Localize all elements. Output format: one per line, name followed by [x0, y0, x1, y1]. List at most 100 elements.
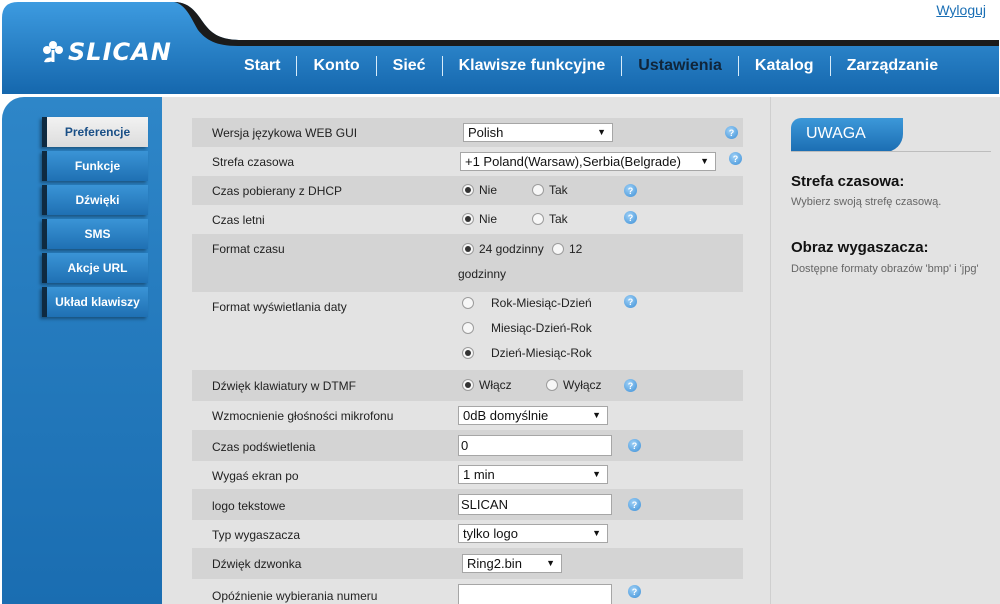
row-web-lang: Wersja językowa WEB GUI Polish ▼ ? [192, 118, 743, 147]
logo-flower-icon [40, 38, 66, 66]
text-logo-input[interactable]: SLICAN [458, 494, 612, 515]
time-format-12-radio[interactable]: 12 [552, 242, 582, 256]
sidebar-item-2[interactable]: Dźwięki [42, 185, 148, 215]
row-dtmf-tone: Dźwięk klawiatury w DTMF Włącz Wyłącz ? [192, 370, 743, 401]
row-ringtone: Dźwięk dzwonka Ring2.bin ▼ [192, 548, 743, 579]
nav-item-5[interactable]: Katalog [739, 56, 831, 76]
web-lang-select[interactable]: Polish ▼ [463, 123, 613, 142]
sidebar-item-5[interactable]: Układ klawiszy [42, 287, 148, 317]
logo-text: SLICAN [68, 38, 172, 66]
row-timezone: Strefa czasowa +1 Poland(Warsaw),Serbia(… [192, 147, 743, 176]
radio-indicator [462, 347, 474, 359]
dhcp-time-no-radio[interactable]: Nie [462, 183, 497, 197]
radio-indicator [546, 379, 558, 391]
ringtone-label: Dźwięk dzwonka [212, 557, 302, 571]
backlight-input[interactable]: 0 [458, 435, 612, 456]
nav-item-0[interactable]: Start [228, 56, 298, 76]
dst-yes-radio[interactable]: Tak [532, 212, 568, 226]
mic-gain-select[interactable]: 0dB domyślnie ▼ [458, 406, 608, 425]
screen-off-select[interactable]: 1 min ▼ [458, 465, 608, 484]
row-dhcp-time: Czas pobierany z DHCP Nie Tak ? [192, 176, 743, 205]
dial-delay-input[interactable] [458, 584, 612, 604]
dhcp-time-label: Czas pobierany z DHCP [212, 184, 343, 198]
nav-item-6[interactable]: Zarządzanie [831, 56, 955, 76]
radio-indicator [462, 297, 474, 309]
nav-item-1[interactable]: Konto [297, 56, 377, 76]
help-icon[interactable]: ? [624, 295, 637, 308]
help-icon[interactable]: ? [624, 184, 637, 197]
saver-type-label: Typ wygaszacza [212, 528, 301, 542]
main-nav: Start Konto Sieć Klawisze funkcyjne Ustawien… [228, 55, 954, 77]
date-format-mdy-radio[interactable]: Miesiąc-Dzień-Rok [462, 321, 592, 335]
header-bar: SLICAN Start Konto Sieć Klawisze funkcyjne U… [2, 2, 999, 94]
nav-item-3[interactable]: Klawisze funkcyjne [443, 56, 623, 76]
dst-label: Czas letni [212, 213, 265, 227]
help-icon[interactable]: ? [624, 379, 637, 392]
radio-indicator [462, 322, 474, 334]
dropdown-arrow-icon: ▼ [592, 469, 601, 479]
dtmf-off-radio[interactable]: Wyłącz [546, 378, 602, 392]
radio-indicator [532, 213, 544, 225]
row-date-format: Format wyświetlania daty Rok-Miesiąc-Dzi… [192, 292, 743, 370]
time-format-12-label-cont: godzinny [458, 267, 507, 281]
notes-panel: UWAGA Strefa czasowa: Wybierz swoją stre… [770, 97, 1000, 604]
dropdown-arrow-icon: ▼ [592, 528, 601, 538]
settings-panel: Wersja językowa WEB GUI Polish ▼ ? Strefa… [162, 97, 770, 604]
dropdown-arrow-icon: ▼ [592, 410, 601, 420]
radio-indicator [552, 243, 564, 255]
note-text: Dostępne formaty obrazów 'bmp' i 'jpg' [791, 263, 979, 275]
row-backlight: Czas podświetlenia 0 ? [192, 430, 743, 461]
time-format-label: Format czasu [212, 242, 285, 256]
saver-type-select[interactable]: tylko logo ▼ [458, 524, 608, 543]
note-title: Obraz wygaszacza: [791, 239, 929, 256]
help-icon[interactable]: ? [628, 585, 641, 598]
text-logo-label: logo tekstowe [212, 499, 286, 513]
help-icon[interactable]: ? [725, 126, 738, 139]
sidebar-item-0[interactable]: Preferencje [42, 117, 148, 147]
timezone-label: Strefa czasowa [212, 155, 295, 169]
notes-tab: UWAGA [791, 118, 903, 152]
slican-logo: SLICAN [40, 38, 172, 66]
date-format-label: Format wyświetlania daty [212, 300, 347, 314]
dropdown-arrow-icon: ▼ [597, 127, 606, 137]
sidebar-item-1[interactable]: Funkcje [42, 151, 148, 181]
ringtone-select[interactable]: Ring2.bin ▼ [462, 554, 562, 573]
sidebar-item-3[interactable]: SMS [42, 219, 148, 249]
note-text: Wybierz swoją strefę czasową. [791, 196, 942, 208]
dtmf-on-radio[interactable]: Włącz [462, 378, 512, 392]
dropdown-arrow-icon: ▼ [700, 156, 709, 166]
date-format-ymd-radio[interactable]: Rok-Miesiąc-Dzień [462, 296, 592, 310]
help-icon[interactable]: ? [729, 152, 742, 165]
row-time-format: Format czasu 24 godzinny 12 godzinny [192, 234, 743, 292]
note-title: Strefa czasowa: [791, 173, 905, 190]
timezone-select[interactable]: +1 Poland(Warsaw),Serbia(Belgrade) ▼ [460, 152, 716, 171]
row-dial-delay: Opóźnienie wybierania numeru ? [192, 579, 743, 604]
sidebar-item-4[interactable]: Akcje URL [42, 253, 148, 283]
help-icon[interactable]: ? [624, 211, 637, 224]
radio-indicator [532, 184, 544, 196]
row-dst: Czas letni Nie Tak ? [192, 205, 743, 234]
help-icon[interactable]: ? [628, 498, 641, 511]
sidebar: Preferencje Funkcje Dźwięki SMS Akcje URL Ukł… [2, 97, 162, 604]
dhcp-time-yes-radio[interactable]: Tak [532, 183, 568, 197]
mic-gain-label: Wzmocnienie głośności mikrofonu [212, 409, 394, 423]
dtmf-tone-label: Dźwięk klawiatury w DTMF [212, 379, 357, 393]
radio-indicator [462, 213, 474, 225]
row-saver-type: Typ wygaszacza tylko logo ▼ [192, 520, 743, 548]
backlight-label: Czas podświetlenia [212, 440, 316, 454]
dial-delay-label: Opóźnienie wybierania numeru [212, 589, 378, 603]
nav-item-4[interactable]: Ustawienia [622, 56, 739, 76]
nav-item-2[interactable]: Sieć [377, 56, 443, 76]
preferences-form: Wersja językowa WEB GUI Polish ▼ ? Strefa… [192, 118, 743, 604]
time-format-24-radio[interactable]: 24 godzinny [462, 242, 544, 256]
screen-off-label: Wygaś ekran po [212, 469, 299, 483]
row-screen-off: Wygaś ekran po 1 min ▼ [192, 461, 743, 489]
radio-indicator [462, 243, 474, 255]
dst-no-radio[interactable]: Nie [462, 212, 497, 226]
notes-divider [791, 151, 991, 152]
date-format-dmy-radio[interactable]: Dzień-Miesiąc-Rok [462, 346, 592, 360]
row-mic-gain: Wzmocnienie głośności mikrofonu 0dB domy… [192, 401, 743, 430]
dropdown-arrow-icon: ▼ [546, 558, 555, 568]
row-text-logo: logo tekstowe SLICAN ? [192, 489, 743, 520]
help-icon[interactable]: ? [628, 439, 641, 452]
